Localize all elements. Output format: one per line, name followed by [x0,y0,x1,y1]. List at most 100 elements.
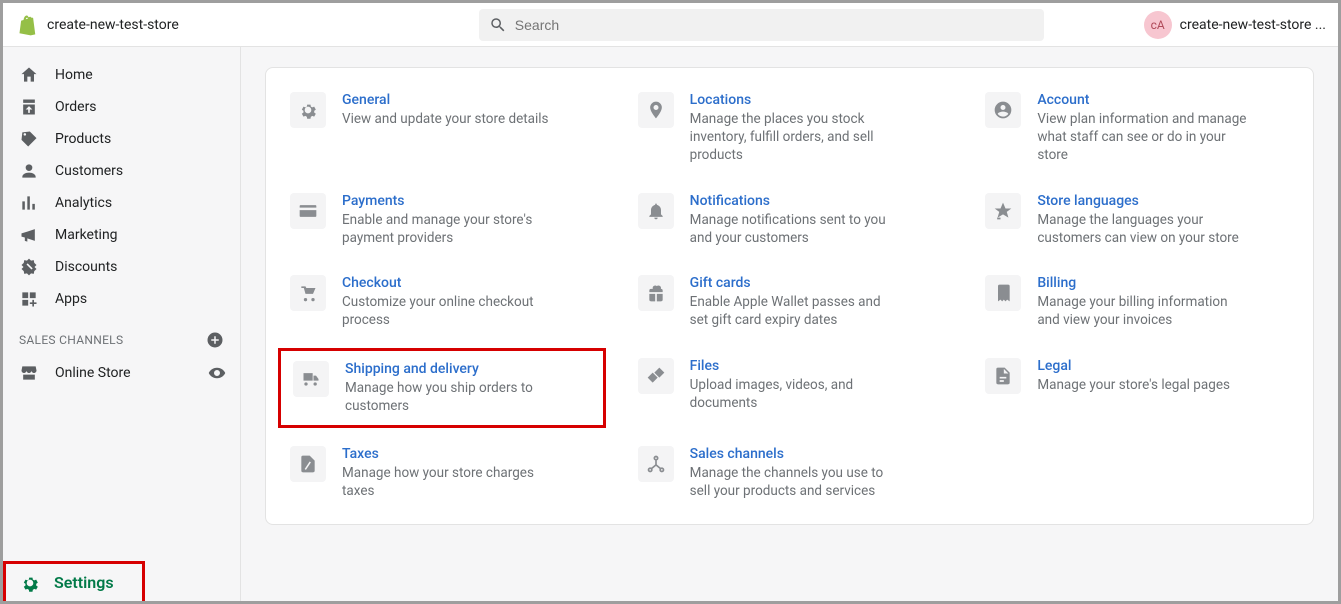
orders-icon [19,97,39,117]
products-icon [19,129,39,149]
customers-icon [19,161,39,181]
legal-icon [985,358,1021,394]
nav-label: Orders [55,99,97,115]
setting-taxes[interactable]: TaxesManage how your store charges taxes [278,446,606,500]
store-icon [19,363,39,383]
setting-files[interactable]: Files Upload images, videos, and document… [626,358,954,418]
setting-legal[interactable]: Legal Manage your store's legal pages [973,358,1301,418]
setting-checkout[interactable]: Checkout Customize your online checkout p… [278,275,606,329]
settings-card: General View and update your store detail… [265,67,1314,525]
setting-text: Sales channels Manage the channels you us… [690,446,900,500]
setting-title[interactable]: Billing [1037,275,1247,291]
search-icon [489,16,507,34]
setting-title[interactable]: Files [690,358,900,374]
setting-desc: Upload images, videos, and documents [690,376,900,412]
shopify-logo-icon [15,13,39,37]
nav-label: Analytics [55,195,112,211]
setting-gift-cards[interactable]: Gift cards Enable Apple Wallet passes and… [626,275,954,329]
setting-text: Shipping and delivery Manage how you ship… [345,361,555,415]
setting-text: NotificationsManage notifications sent t… [690,193,900,247]
general-icon [290,92,326,128]
topbar: create-new-test-store cA create-new-test… [3,3,1338,47]
setting-title[interactable]: Checkout [342,275,552,291]
marketing-icon [19,225,39,245]
setting-title[interactable]: Locations [690,92,900,108]
setting-title[interactable]: General [342,92,549,108]
setting-desc: Manage the places you stock inventory, f… [690,110,900,165]
channel-row: Online Store [3,357,240,389]
setting-text: Legal Manage your store's legal pages [1037,358,1230,418]
nav-label: Online Store [55,365,131,381]
setting-desc: Enable Apple Wallet passes and set gift … [690,293,900,329]
setting-desc: Manage how you ship orders to customers [345,379,555,415]
setting-title[interactable]: Legal [1037,358,1230,374]
sidebar-item-analytics[interactable]: Analytics [3,187,240,219]
sidebar-item-online-store[interactable]: Online Store [3,357,147,389]
settings-label: Settings [54,573,114,592]
nav-label: Apps [55,291,87,307]
nav: Home Orders Products Customers Analytics… [3,47,240,389]
add-channel-icon[interactable] [206,331,224,349]
sidebar-item-marketing[interactable]: Marketing [3,219,240,251]
nav-label: Customers [55,163,123,179]
user-label: create-new-test-store ... [1180,17,1326,33]
setting-desc: Enable and manage your store's payment p… [342,211,552,247]
sales-channels-header: SALES CHANNELS [3,315,240,357]
setting-text: Files Upload images, videos, and document… [690,358,900,418]
billing-icon [985,275,1021,311]
sidebar-item-customers[interactable]: Customers [3,155,240,187]
topbar-user[interactable]: cA create-new-test-store ... [1144,11,1326,39]
setting-desc: View plan information and manage what st… [1037,110,1247,165]
setting-title[interactable]: Payments [342,193,552,209]
analytics-icon [19,193,39,213]
setting-general[interactable]: General View and update your store detail… [278,92,606,165]
setting-locations[interactable]: Locations Manage the places you stock inv… [626,92,954,165]
setting-desc: Customize your online checkout process [342,293,552,329]
nav-label: Marketing [55,227,118,243]
setting-desc: View and update your store details [342,110,549,128]
setting-title[interactable]: Shipping and delivery [345,361,555,377]
discounts-icon [19,257,39,277]
files-icon [638,358,674,394]
setting-sales-channels[interactable]: Sales channels Manage the channels you us… [626,446,954,500]
setting-title[interactable]: Account [1037,92,1247,108]
sidebar-item-products[interactable]: Products [3,123,240,155]
account-icon [985,92,1021,128]
setting-desc: Manage the languages your customers can … [1037,211,1247,247]
shipping-icon [293,361,329,397]
search-field[interactable] [479,9,1044,41]
sidebar-item-home[interactable]: Home [3,59,240,91]
setting-desc: Manage your billing information and view… [1037,293,1247,329]
setting-store-languages[interactable]: Store languages Manage the languages your… [973,193,1301,247]
setting-title[interactable]: Store languages [1037,193,1247,209]
setting-title[interactable]: Taxes [342,446,552,462]
setting-desc: Manage the channels you use to sell your… [690,464,900,500]
home-icon [19,65,39,85]
sidebar-item-apps[interactable]: Apps [3,283,240,315]
nav-label: Home [55,67,93,83]
setting-title[interactable]: Gift cards [690,275,900,291]
setting-title[interactable]: Sales channels [690,446,900,462]
setting-text: General View and update your store detail… [342,92,549,165]
setting-notifications[interactable]: NotificationsManage notifications sent t… [626,193,954,247]
view-store-icon[interactable] [208,364,226,382]
sidebar-item-settings[interactable]: Settings [3,561,145,601]
sidebar: Home Orders Products Customers Analytics… [3,47,241,601]
setting-payments[interactable]: Payments Enable and manage your store's p… [278,193,606,247]
notifications-icon [638,193,674,229]
setting-shipping[interactable]: Shipping and delivery Manage how you ship… [278,348,606,428]
setting-text: TaxesManage how your store charges taxes [342,446,552,500]
setting-desc: Manage your store's legal pages [1037,376,1230,394]
setting-text: Account View plan information and manage … [1037,92,1247,165]
store-name: create-new-test-store [47,17,179,33]
setting-account[interactable]: Account View plan information and manage … [973,92,1301,165]
sidebar-item-discounts[interactable]: Discounts [3,251,240,283]
setting-text: Checkout Customize your online checkout p… [342,275,552,329]
locations-icon [638,92,674,128]
main: General View and update your store detail… [241,47,1338,601]
setting-title[interactable]: Notifications [690,193,900,209]
sidebar-item-orders[interactable]: Orders [3,91,240,123]
setting-billing[interactable]: Billing Manage your billing information a… [973,275,1301,329]
search-input[interactable] [515,17,1034,33]
setting-text: Payments Enable and manage your store's p… [342,193,552,247]
